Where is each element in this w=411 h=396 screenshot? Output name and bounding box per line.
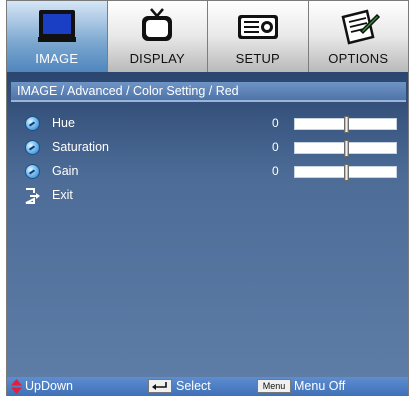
projector-icon — [237, 15, 278, 39]
setting-value: 0 — [272, 164, 279, 178]
tab-image[interactable]: IMAGE — [7, 1, 108, 72]
setting-row-saturation[interactable]: Saturation 0 — [19, 138, 399, 158]
exit-label: Exit — [52, 188, 73, 202]
setting-row-gain[interactable]: Gain 0 — [19, 162, 399, 182]
tab-label: SETUP — [235, 51, 280, 66]
osd-menu: IMAGE DISPLAY SETUP OPTIONS IMAGE / Adva… — [6, 0, 409, 396]
gain-slider[interactable] — [294, 164, 397, 181]
slider-thumb[interactable] — [343, 116, 349, 133]
setting-label: Hue — [52, 116, 75, 130]
tab-bar: IMAGE DISPLAY SETUP OPTIONS — [7, 1, 408, 72]
enter-arrow-icon — [152, 382, 167, 390]
select-hint: Select — [176, 379, 211, 393]
exit-icon — [25, 188, 40, 204]
notepad-icon — [341, 9, 381, 45]
enter-key-icon — [148, 379, 172, 393]
setting-label: Saturation — [52, 140, 109, 154]
tv-icon — [142, 8, 173, 41]
menu-key-icon: Menu — [257, 379, 291, 393]
monitor-icon — [37, 10, 76, 42]
option-bullet-icon — [25, 140, 40, 155]
hue-slider[interactable] — [294, 116, 397, 133]
option-bullet-icon — [25, 164, 40, 179]
updown-arrows-icon — [11, 379, 22, 394]
tab-display[interactable]: DISPLAY — [107, 1, 208, 72]
content-panel: IMAGE / Advanced / Color Setting / Red H… — [7, 72, 408, 377]
breadcrumb: IMAGE / Advanced / Color Setting / Red — [11, 82, 406, 102]
tab-label: DISPLAY — [129, 51, 185, 66]
menu-off-hint: Menu Off — [294, 379, 346, 393]
slider-thumb[interactable] — [343, 140, 349, 157]
tab-label: IMAGE — [35, 51, 79, 66]
tab-setup[interactable]: SETUP — [208, 1, 309, 72]
option-bullet-icon — [25, 116, 40, 131]
tab-label: OPTIONS — [328, 51, 389, 66]
tab-options[interactable]: OPTIONS — [308, 1, 408, 72]
setting-row-hue[interactable]: Hue 0 — [19, 114, 399, 134]
exit-item[interactable]: Exit — [19, 186, 399, 206]
footer-bar: UpDown Select Menu Menu Off — [7, 377, 408, 396]
updown-hint: UpDown — [25, 379, 73, 393]
setting-value: 0 — [272, 140, 279, 154]
slider-thumb[interactable] — [343, 164, 349, 181]
setting-label: Gain — [52, 164, 79, 178]
setting-value: 0 — [272, 116, 279, 130]
saturation-slider[interactable] — [294, 140, 397, 157]
